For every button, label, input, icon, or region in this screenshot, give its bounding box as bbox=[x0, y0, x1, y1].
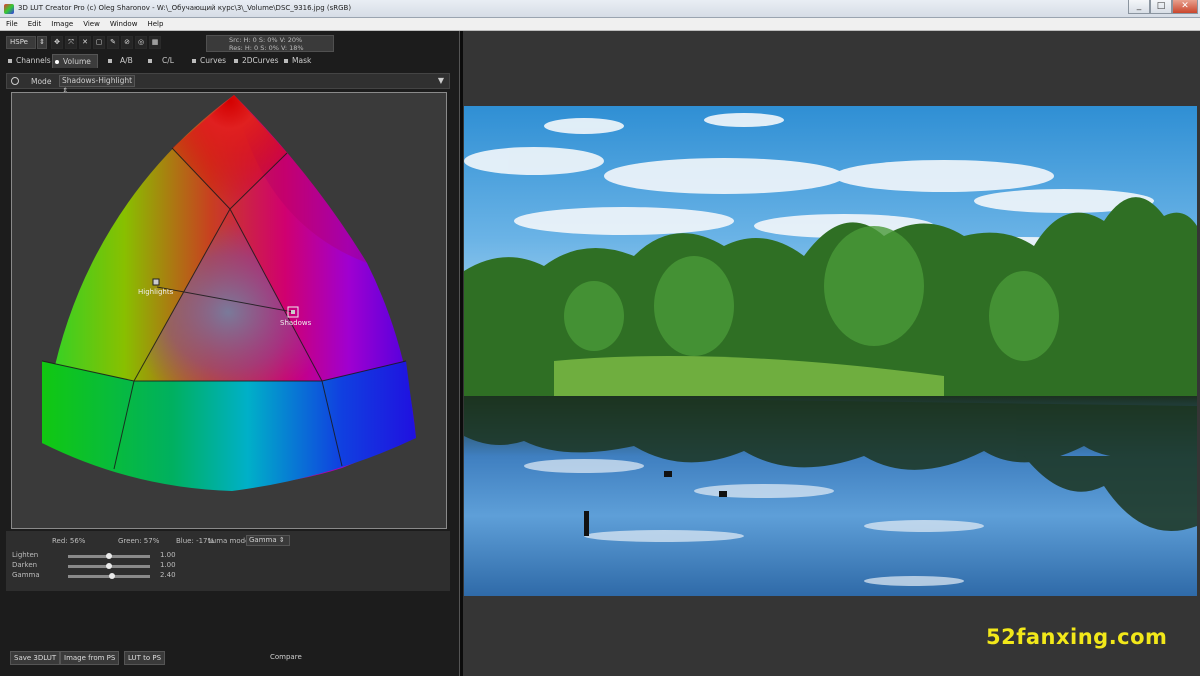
close-button[interactable]: ✕ bbox=[1172, 0, 1198, 14]
green-value: Green: 57% bbox=[118, 537, 160, 545]
lighten-slider-knob[interactable] bbox=[106, 553, 112, 559]
shadow-label: Shadows bbox=[280, 319, 312, 327]
app-icon bbox=[4, 4, 14, 14]
preview-image bbox=[464, 106, 1197, 596]
image-viewer: 52fanxing.com bbox=[463, 31, 1200, 676]
mode-bar: Mode Shadows-Highlight ⇕ ▼ bbox=[6, 73, 450, 95]
darken-label: Darken bbox=[12, 561, 38, 569]
darken-value: 1.00 bbox=[160, 561, 176, 569]
menu-edit[interactable]: Edit bbox=[22, 18, 46, 28]
menu-view[interactable]: View bbox=[77, 18, 104, 28]
maximize-button[interactable]: □ bbox=[1150, 0, 1172, 14]
lighten-label: Lighten bbox=[12, 551, 39, 559]
grid-icon[interactable]: ▦ bbox=[149, 36, 161, 49]
minimize-button[interactable]: _ bbox=[1128, 0, 1150, 14]
tab-ab[interactable]: A/B bbox=[106, 54, 144, 68]
src-readout: Src: H: 0 S: 0% V: 20% bbox=[229, 36, 303, 44]
color-volume-svg[interactable]: Highlights Shadows bbox=[12, 93, 446, 528]
lighten-value: 1.00 bbox=[160, 551, 176, 559]
menu-file[interactable]: File bbox=[0, 18, 22, 28]
title-bar: 3D LUT Creator Pro (c) Oleg Sharonov - W… bbox=[0, 0, 1200, 18]
watermark-text: 52fanxing.com bbox=[986, 625, 1168, 649]
move-tool-icon[interactable]: ✥ bbox=[51, 36, 63, 49]
colorspace-spinner-icon[interactable]: ⇕ bbox=[37, 36, 47, 49]
pinch-tool-icon[interactable]: ✕ bbox=[79, 36, 91, 49]
compare-button[interactable]: Compare bbox=[270, 653, 302, 661]
gamma-label: Gamma bbox=[12, 571, 40, 579]
menu-bar: File Edit Image View Window Help bbox=[0, 18, 1200, 31]
lut-to-ps-button[interactable]: LUT to PS bbox=[124, 651, 166, 665]
adjust-controls: Red: 56% Green: 57% Blue: -17% Luma mode… bbox=[6, 531, 450, 591]
gamma-slider-knob[interactable] bbox=[109, 573, 115, 579]
menu-image[interactable]: Image bbox=[45, 18, 77, 28]
color-readout: Src: H: 0 S: 0% V: 20% Res: H: 0 S: 0% V… bbox=[206, 35, 334, 52]
luma-mode-select[interactable]: Gamma ⇕ bbox=[246, 535, 290, 546]
volume-graph[interactable]: Highlights Shadows bbox=[11, 92, 447, 529]
colorspace-select[interactable]: HSPe bbox=[6, 36, 36, 49]
mode-select[interactable]: Shadows-Highlight ⇕ bbox=[59, 75, 135, 95]
toolbar: HSPe ⇕ ✥ ⤧ ✕ ▢ ✎ ⊘ ◎ ▦ Src: H: 0 S: 0% V… bbox=[6, 34, 456, 52]
tab-mask[interactable]: Mask bbox=[282, 54, 322, 68]
left-panel: HSPe ⇕ ✥ ⤧ ✕ ▢ ✎ ⊘ ◎ ▦ Src: H: 0 S: 0% V… bbox=[0, 31, 460, 676]
highlight-label: Highlights bbox=[138, 288, 174, 296]
darken-slider-knob[interactable] bbox=[106, 563, 112, 569]
reset-icon[interactable]: ◎ bbox=[135, 36, 147, 49]
eyedropper-icon[interactable]: ✎ bbox=[107, 36, 119, 49]
select-tool-icon[interactable]: ▢ bbox=[93, 36, 105, 49]
res-readout: Res: H: 0 S: 0% V: 18% bbox=[229, 44, 304, 52]
tab-channels[interactable]: Channels bbox=[6, 54, 54, 68]
tab-2dcurves[interactable]: 2DCurves bbox=[232, 54, 282, 68]
image-from-ps-button[interactable]: Image from PS bbox=[60, 651, 120, 665]
mode-label: Mode bbox=[31, 77, 52, 86]
mode-toggle-icon[interactable] bbox=[11, 77, 19, 85]
tab-cl[interactable]: C/L bbox=[146, 54, 184, 68]
tab-curves[interactable]: Curves bbox=[190, 54, 232, 68]
gamma-value: 2.40 bbox=[160, 571, 176, 579]
luma-mode-label: Luma mode bbox=[208, 537, 250, 545]
highlight-handle[interactable] bbox=[152, 278, 160, 286]
adjust-icon[interactable]: ⊘ bbox=[121, 36, 133, 49]
panel-menu-icon[interactable]: ▼ bbox=[435, 76, 447, 86]
menu-help[interactable]: Help bbox=[141, 18, 167, 28]
window-title: 3D LUT Creator Pro (c) Oleg Sharonov - W… bbox=[18, 4, 352, 12]
menu-window[interactable]: Window bbox=[104, 18, 142, 28]
tab-volume[interactable]: Volume bbox=[52, 54, 98, 68]
red-value: Red: 56% bbox=[52, 537, 86, 545]
bottom-bar: Save 3DLUT Image from PS LUT to PS Compa… bbox=[8, 650, 452, 666]
save-3dlut-button[interactable]: Save 3DLUT bbox=[10, 651, 61, 665]
scale-tool-icon[interactable]: ⤧ bbox=[65, 36, 77, 49]
tab-bar: Channels Volume A/B C/L Curves 2DCurves … bbox=[6, 54, 456, 68]
